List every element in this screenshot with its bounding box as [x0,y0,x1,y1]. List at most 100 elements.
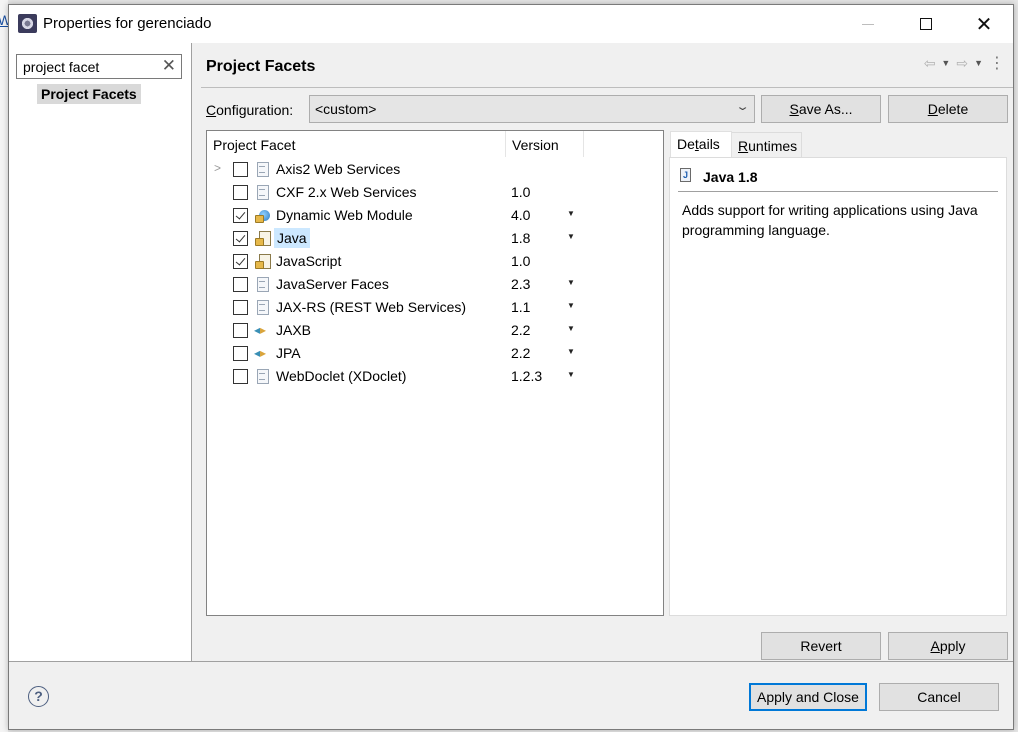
facets-table: Project Facet Version > Axis2 Web Service… [206,130,664,616]
column-header-project-facet[interactable]: Project Facet [213,137,295,153]
table-row[interactable]: WebDoclet (XDoclet) 1.2.3 ▼ [207,365,663,388]
clear-filter-icon[interactable]: ✕ [162,56,176,76]
facet-checkbox[interactable] [233,162,248,177]
table-row[interactable]: JavaServer Faces 2.3 ▼ [207,273,663,296]
facet-globe-icon [254,207,270,223]
column-header-version[interactable]: Version [512,137,559,153]
facet-name: Dynamic Web Module [276,207,413,223]
facet-checkbox[interactable] [233,185,248,200]
table-row[interactable]: Java 1.8 ▼ [207,227,663,250]
facet-lockdoc-icon [254,230,271,246]
version-dropdown-icon[interactable]: ▼ [567,347,575,356]
title-bar: Properties for gerenciado ✕ [9,5,1013,43]
filter-box: ✕ [16,54,182,79]
filter-input[interactable] [23,58,158,76]
facet-version: 1.0 [511,253,531,269]
save-as-mnemonic: S [789,101,799,117]
forward-dropdown-icon[interactable]: ▼ [974,58,983,68]
facet-version: 2.2 [511,322,531,338]
facet-name: JAX-RS (REST Web Services) [276,299,467,315]
apply-mnemonic: A [930,638,940,654]
facet-version: 1.1 [511,299,531,315]
sidebar-item-project-facets[interactable]: Project Facets [37,84,141,104]
configuration-label: Configuration: [206,102,293,118]
table-row[interactable]: CXF 2.x Web Services 1.0 [207,181,663,204]
facet-arrows-icon: ◂▸ [254,323,267,337]
tab-runtimes-mnemonic: R [738,138,749,154]
tab-details-text: ails [698,136,720,152]
facet-checkbox[interactable] [233,323,248,338]
close-icon: ✕ [975,13,993,36]
table-row[interactable]: JAX-RS (REST Web Services) 1.1 ▼ [207,296,663,319]
table-header: Project Facet Version [207,131,663,158]
facet-name: CXF 2.x Web Services [276,184,417,200]
table-row[interactable]: ◂▸ JAXB 2.2 ▼ [207,319,663,342]
view-menu-icon[interactable]: ⋮ [989,53,1005,73]
configuration-select[interactable]: <custom> ⌄ [309,95,755,123]
delete-button[interactable]: Delete [888,95,1008,123]
version-dropdown-icon[interactable]: ▼ [567,324,575,333]
navigation-toolbar: ⇦ ▼ ⇨ ▼ ⋮ [924,53,1005,73]
version-dropdown-icon[interactable]: ▼ [567,278,575,287]
cancel-button[interactable]: Cancel [879,683,999,711]
facet-name: Java [274,228,310,248]
revert-button[interactable]: Revert [761,632,881,660]
maximize-button[interactable] [897,5,955,43]
details-title: Java 1.8 [703,169,758,185]
save-as-button[interactable]: Save As... [761,95,881,123]
table-row[interactable]: ◂▸ JPA 2.2 ▼ [207,342,663,365]
facet-checkbox[interactable] [233,300,248,315]
chevron-down-icon: ⌄ [735,101,750,113]
column-divider [583,131,584,157]
facet-checkbox[interactable] [233,346,248,361]
minimize-button[interactable] [839,5,897,43]
version-dropdown-icon[interactable]: ▼ [567,301,575,310]
title-separator [201,87,1013,88]
apply-label: pply [939,638,966,654]
help-icon[interactable]: ? [28,686,49,707]
expand-chevron-icon[interactable]: > [214,161,221,175]
table-row[interactable]: Dynamic Web Module 4.0 ▼ [207,204,663,227]
eclipse-icon [18,14,37,33]
save-as-label: ave As... [798,101,853,117]
back-dropdown-icon[interactable]: ▼ [941,58,950,68]
facet-checkbox[interactable] [233,254,248,269]
configuration-mnemonic: C [206,102,217,118]
tab-details[interactable]: Details [670,131,732,159]
tab-runtimes[interactable]: Runtimes [732,132,802,158]
apply-and-close-button[interactable]: Apply and Close [749,683,867,711]
facet-lockdoc-icon [254,253,271,269]
table-row[interactable]: JavaScript 1.0 [207,250,663,273]
delete-mnemonic: D [927,101,938,117]
footer-separator [9,661,1013,662]
facet-version: 1.8 [511,230,531,246]
tab-details-text: De [677,136,695,152]
forward-icon[interactable]: ⇨ [956,55,968,72]
details-description: Adds support for writing applications us… [682,202,978,238]
properties-dialog: Properties for gerenciado ✕ ✕ Project Fa… [8,4,1014,730]
apply-button[interactable]: Apply [888,632,1008,660]
version-dropdown-icon[interactable]: ▼ [567,370,575,379]
facet-checkbox[interactable] [233,277,248,292]
configuration-value: <custom> [315,101,377,117]
back-icon[interactable]: ⇦ [924,55,936,72]
facet-name: JavaScript [276,253,342,269]
facet-checkbox[interactable] [233,369,248,384]
delete-label: elete [937,101,969,117]
main-panel: Project Facets ⇦ ▼ ⇨ ▼ ⋮ Configuration: … [193,43,1013,661]
facet-version: 2.2 [511,345,531,361]
version-dropdown-icon[interactable]: ▼ [567,209,575,218]
background-window-edge: W [0,0,11,732]
facet-version: 2.3 [511,276,531,292]
close-button[interactable]: ✕ [955,5,1013,43]
facet-checkbox[interactable] [233,231,248,246]
facet-version: 1.0 [511,184,531,200]
maximize-icon [920,18,932,30]
column-divider [505,131,506,157]
facet-version: 1.2.3 [511,368,543,384]
table-row[interactable]: > Axis2 Web Services [207,158,663,181]
version-dropdown-icon[interactable]: ▼ [567,232,575,241]
facet-name: Axis2 Web Services [276,161,401,177]
java-facet-icon: J [680,168,691,182]
facet-checkbox[interactable] [233,208,248,223]
